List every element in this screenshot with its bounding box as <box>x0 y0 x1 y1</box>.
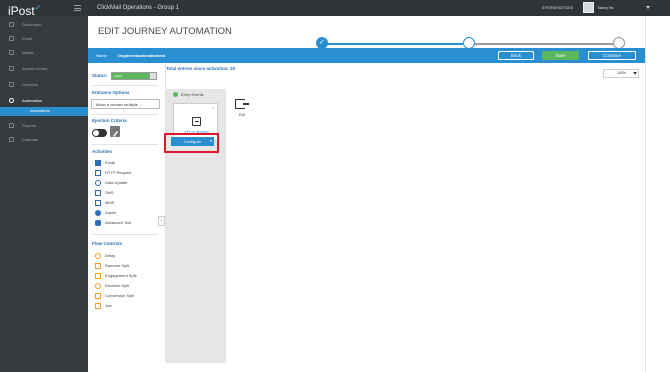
sidebar-item-email[interactable]: Email <box>0 32 88 45</box>
configure-highlight: Configure <box>164 133 219 153</box>
sidebar: Dashboard Email Initiate Assets Library … <box>0 16 88 372</box>
collapse-panel-button[interactable]: ‹ <box>158 216 165 226</box>
decision-split-icon <box>95 283 101 289</box>
flow-random-split[interactable]: Random Split <box>95 262 129 270</box>
join-icon <box>95 303 101 309</box>
automation-icon <box>9 98 14 103</box>
menu-icon[interactable] <box>74 5 81 11</box>
sidebar-item-reports[interactable]: Reports <box>0 119 88 132</box>
flow-engagement-split[interactable]: Engagement Split <box>95 272 137 280</box>
status-label: Status: <box>92 73 108 78</box>
conversion-split-icon <box>95 293 101 299</box>
pencil-icon <box>113 131 118 137</box>
entrance-options-title: Entrance Options <box>92 90 130 95</box>
dashboard-icon <box>9 22 14 27</box>
engagement-split-icon <box>95 273 101 279</box>
page-header: EDIT JOURNEY AUTOMATION ✓ Properties Act… <box>88 16 645 54</box>
status-select[interactable]: Active <box>111 72 157 80</box>
activity-http-request[interactable]: HTTP Request <box>95 169 131 177</box>
chevron-down-icon <box>149 72 157 80</box>
back-button[interactable]: Back <box>498 51 534 60</box>
entry-events-title[interactable]: Entry Events <box>173 92 204 98</box>
exit-label: Exit <box>239 113 245 117</box>
activity-data-update[interactable]: Data Update <box>95 179 127 187</box>
page-title: EDIT JOURNEY AUTOMATION <box>98 26 232 37</box>
user-menu-chevron-icon[interactable] <box>646 6 650 9</box>
canvas-border <box>645 16 646 372</box>
divider <box>92 144 158 145</box>
email-icon <box>9 36 14 41</box>
assets-icon <box>9 66 14 71</box>
name-label: Name: <box>96 53 108 58</box>
activities-title: Activities <box>92 149 113 154</box>
user-name[interactable]: Nancy Ha <box>598 0 613 16</box>
zoom-level: 100% <box>617 71 626 75</box>
entry-events-column: Entry Events × API on demand <box>166 89 226 363</box>
sidebar-item-dashboard[interactable]: Dashboard <box>0 18 88 31</box>
logo-mark-icon: ✓ <box>34 3 42 12</box>
flow-decision-split[interactable]: Decision Split <box>95 282 129 290</box>
close-icon[interactable]: × <box>212 105 214 110</box>
automation-name: Dogbreedautomationtest <box>118 53 166 58</box>
sidebar-item-initiate[interactable]: Initiate <box>0 46 88 59</box>
name-bar: Name: Dogbreedautomationtest Back Save C… <box>88 48 645 63</box>
divider <box>92 234 158 235</box>
data-update-icon <box>95 180 101 186</box>
configure-button[interactable]: Configure <box>171 137 214 146</box>
random-split-icon <box>95 263 101 269</box>
check-icon: ✓ <box>319 39 325 46</box>
sidebar-item-assets-library[interactable]: Assets Library <box>0 62 88 75</box>
activity-email[interactable]: Email <box>95 159 115 167</box>
sidebar-item-automations[interactable]: Automations <box>0 107 88 116</box>
advanced-test-icon <box>95 220 101 226</box>
contacts-icon <box>9 82 14 87</box>
reports-icon <box>9 123 14 128</box>
zapier-icon <box>95 210 101 216</box>
progress-line-todo <box>469 43 615 45</box>
ejection-criteria-title: Ejection Criteria <box>92 118 127 123</box>
avatar[interactable] <box>583 2 594 13</box>
activity-advanced-test[interactable]: Advanced Test <box>95 219 131 227</box>
sms-icon <box>95 190 101 196</box>
top-bar: iPost✓ ClickMail Operations - Group 1 SY… <box>0 0 670 18</box>
account-title[interactable]: ClickMail Operations - Group 1 <box>97 0 179 16</box>
continue-button[interactable]: Continue <box>588 51 636 60</box>
flow-controls-title: Flow Controls <box>92 241 122 246</box>
zoom-out-button[interactable]: - <box>606 70 607 77</box>
total-entries: Total entries since activation: 20 <box>166 66 236 71</box>
chevron-down-icon <box>210 140 212 142</box>
chevron-down-icon <box>633 72 637 75</box>
email-icon <box>95 160 101 166</box>
divider <box>92 114 158 115</box>
activity-zapier[interactable]: Zapier <box>95 209 116 217</box>
clock-icon <box>95 253 101 259</box>
divider <box>92 85 158 86</box>
activity-mms[interactable]: MMS <box>95 199 114 207</box>
progress-line-done <box>322 43 463 45</box>
sidebar-item-automation[interactable]: Automation <box>0 94 88 107</box>
flow-join[interactable]: Join <box>95 302 112 310</box>
flow-delay[interactable]: Delay <box>95 252 115 260</box>
calendar-icon <box>9 137 14 142</box>
ejection-toggle[interactable] <box>92 129 107 137</box>
add-icon <box>173 92 178 98</box>
sidebar-item-calendar[interactable]: Calendar <box>0 133 88 146</box>
left-panel: Status: Active Entrance Options Allow a … <box>88 63 166 363</box>
edit-ejection-button[interactable] <box>110 126 120 137</box>
mms-icon <box>95 200 101 206</box>
activity-sms[interactable]: SMS <box>95 189 114 197</box>
api-icon <box>192 117 201 126</box>
arrow-right-icon <box>243 103 249 105</box>
system-notices-link[interactable]: SYSTEM NOTICES <box>542 0 573 16</box>
flow-conversion-split[interactable]: Conversion Split <box>95 292 134 300</box>
entrance-options-select[interactable]: Allow a contact multiple ... <box>91 99 160 109</box>
sidebar-item-contacts[interactable]: Contacts <box>0 78 88 91</box>
save-button[interactable]: Save <box>542 51 579 60</box>
zoom-select[interactable]: - 100% <box>603 69 639 78</box>
http-icon <box>95 170 101 176</box>
initiate-icon <box>9 50 14 55</box>
